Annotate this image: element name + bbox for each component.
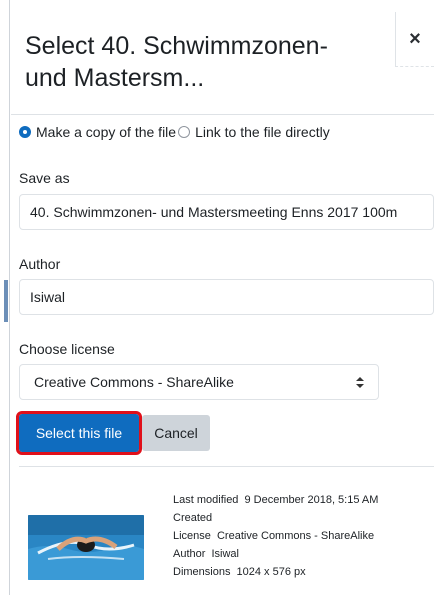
action-buttons: Select this file Cancel <box>16 411 210 455</box>
file-details: Last modified 9 December 2018, 5:15 AM C… <box>173 491 378 581</box>
save-as-label: Save as <box>19 170 70 186</box>
background-page-edge <box>0 0 10 595</box>
background-page-accent <box>4 280 8 322</box>
copy-file-label[interactable]: Make a copy of the file <box>36 124 176 140</box>
file-picker-dialog: Select 40. Schwimmzonen- und Mastersm...… <box>11 0 434 595</box>
select-file-button[interactable]: Select this file <box>16 411 142 455</box>
license-label: Choose license <box>19 341 115 357</box>
link-file-label[interactable]: Link to the file directly <box>195 124 330 140</box>
license-selected-value: Creative Commons - ShareAlike <box>34 374 234 390</box>
link-option-group: Make a copy of the file Link to the file… <box>19 124 332 140</box>
dimensions-row: Dimensions 1024 x 576 px <box>173 566 306 578</box>
author-input[interactable]: Isiwal <box>19 279 434 315</box>
copy-file-radio[interactable] <box>19 126 31 138</box>
last-modified-row: Last modified 9 December 2018, 5:15 AM <box>173 494 379 506</box>
chevron-up-down-icon <box>356 376 364 388</box>
cancel-button[interactable]: Cancel <box>142 415 210 451</box>
save-as-input[interactable]: 40. Schwimmzonen- und Mastersmeeting Enn… <box>19 194 434 230</box>
link-file-radio[interactable] <box>178 126 191 138</box>
dialog-header: Select 40. Schwimmzonen- und Mastersm...… <box>11 0 434 115</box>
created-row: Created <box>173 512 213 524</box>
dialog-title: Select 40. Schwimmzonen- und Mastersm... <box>25 32 328 92</box>
license-row: License Creative Commons - ShareAlike <box>173 530 375 542</box>
author-row: Author Isiwal <box>173 548 239 560</box>
license-select[interactable]: Creative Commons - ShareAlike <box>19 364 379 400</box>
section-divider <box>19 466 434 467</box>
swimmer-thumbnail <box>28 515 144 580</box>
close-icon: × <box>409 27 421 50</box>
author-label: Author <box>19 256 61 272</box>
close-button[interactable]: × <box>395 12 434 67</box>
